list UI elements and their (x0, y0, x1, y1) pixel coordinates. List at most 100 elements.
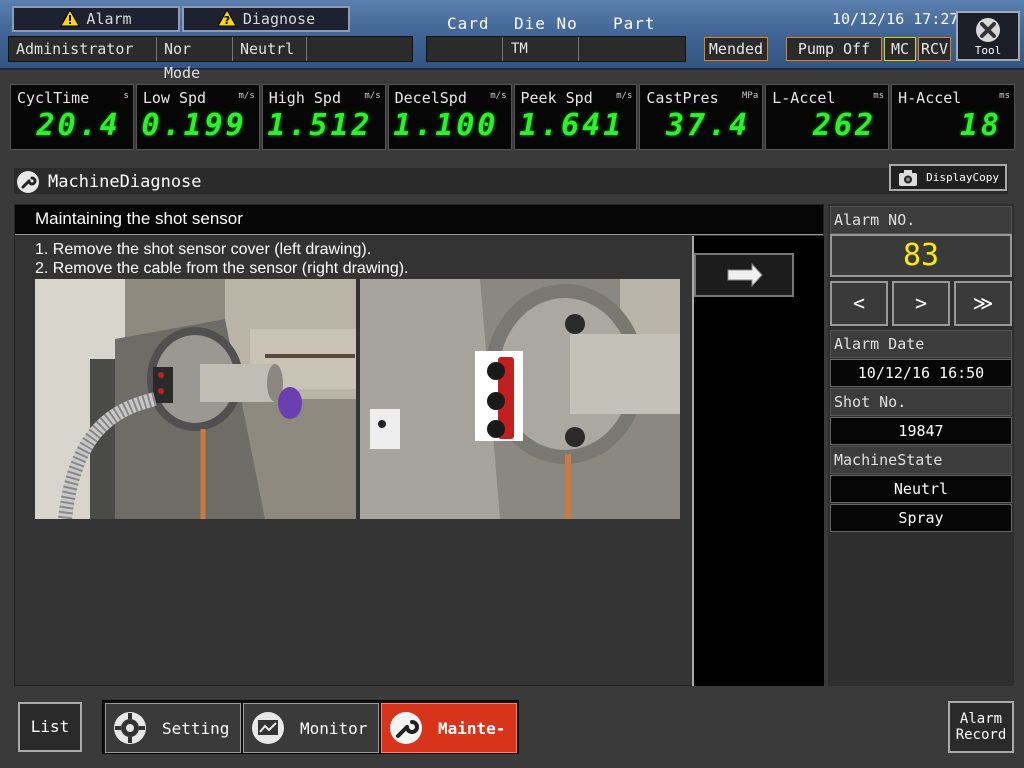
next-page-button[interactable] (694, 253, 794, 297)
operation-mode: Nor Mode (157, 37, 233, 82)
alarm-record-line-1: Alarm (959, 711, 1003, 727)
tool-button[interactable]: Tool (956, 11, 1020, 61)
gauge-label: H-Accel (898, 89, 962, 107)
gauge-decel-spd: DecelSpd m/s 1.100 (387, 84, 512, 150)
gauge-low-spd: Low Spd m/s 0.199 (135, 84, 260, 150)
diagnose-button[interactable]: ? Diagnose (182, 6, 350, 32)
display-copy-label: DisplayCopy (926, 171, 999, 184)
gear-icon (114, 712, 146, 744)
alarm-date-label: Alarm Date (830, 330, 1012, 358)
gauge-label: CastPres (646, 89, 719, 107)
machine-state-label: MachineState (830, 446, 1012, 474)
card-value (427, 37, 503, 61)
instruction-step-1: 1. Remove the shot sensor cover (left dr… (35, 241, 372, 258)
next-alarm-button[interactable]: > (892, 281, 950, 326)
gauge-unit: m/s (490, 91, 507, 101)
pump-off-button[interactable]: Pump Off (786, 37, 882, 61)
gauge-unit: ms (999, 91, 1010, 101)
gauge-value: 18 (959, 108, 1002, 143)
gauge-l-accel: L-Accel ms 262 (765, 84, 890, 150)
gauge-h-accel: H-Accel ms 18 (891, 84, 1015, 150)
gauge-label: CyclTime (17, 89, 90, 107)
user-status-bar: Administrator Nor Mode Neutrl (8, 36, 413, 82)
alarm-number: 83 (830, 234, 1012, 277)
instructions: 1. Remove the shot sensor cover (left dr… (35, 240, 409, 278)
current-datetime: 10/12/16 17:27 (832, 10, 959, 28)
alarm-record-line-2: Record (955, 727, 1007, 743)
gauge-unit: ms (873, 91, 885, 101)
monitor-icon (252, 712, 284, 744)
last-alarm-button[interactable]: ≫ (954, 281, 1012, 326)
gauge-high-spd: High Spd m/s 1.512 (261, 84, 386, 150)
sensor-cover-photo (35, 279, 356, 519)
camera-icon (899, 170, 917, 186)
gauge-value: 20.4 (36, 108, 121, 143)
gauge-unit: s (123, 91, 129, 101)
gauge-label: High Spd (268, 89, 341, 107)
right-arrow-icon (727, 262, 763, 288)
panel-title: Maintaining the shot sensor (15, 205, 823, 235)
die-no-value: TM (503, 37, 579, 61)
warning-icon (60, 9, 81, 27)
display-copy-button[interactable]: DisplayCopy (889, 164, 1007, 191)
part-value (579, 37, 685, 61)
previous-alarm-button[interactable]: < (830, 281, 888, 326)
list-button[interactable]: List (18, 702, 82, 752)
navigation-pane (692, 236, 824, 686)
mended-button[interactable]: Mended (704, 37, 768, 61)
gauge-label: Peek Spd (520, 89, 593, 107)
tab-setting[interactable]: Setting (105, 703, 241, 753)
gauge-value: 37.4 (666, 108, 751, 143)
section-title: MachineDiagnose (16, 170, 202, 194)
gauge-value: 0.199 (141, 108, 247, 143)
shot-no-label: Shot No. (830, 388, 1012, 416)
tab-mainte-label: Mainte- (438, 718, 506, 738)
gauge-row: CyclTime s 20.4 Low Spd m/s 0.199 High S… (10, 84, 1015, 150)
user-name: Administrator (9, 37, 157, 61)
main-tab-group: Setting Monitor Mainte- (102, 700, 519, 754)
tool-label: Tool (974, 44, 1002, 57)
gauge-label: DecelSpd (394, 89, 467, 107)
tab-monitor[interactable]: Monitor (243, 703, 379, 753)
maintenance-wrench-icon (390, 712, 422, 744)
part-label: Part (613, 14, 656, 33)
user-extra (307, 37, 407, 61)
sensor-cable-photo (360, 279, 680, 519)
alarm-record-button[interactable]: Alarm Record (948, 701, 1014, 753)
tab-monitor-label: Monitor (300, 718, 368, 738)
gauge-unit: MPa (741, 91, 759, 101)
gauge-cast-pres: CastPres MPa 37.4 (639, 84, 764, 150)
tool-icon (976, 18, 1000, 42)
gauge-value: 1.512 (267, 108, 373, 143)
diagnose-label: Diagnose (242, 10, 316, 28)
wrench-icon (17, 171, 39, 193)
tab-setting-label: Setting (162, 718, 230, 738)
gauge-label: L-Accel (772, 89, 836, 107)
shot-no-value: 19847 (830, 417, 1012, 445)
machine-mode: Neutrl (233, 37, 307, 61)
die-no-label: Die No (514, 14, 578, 33)
gauge-value: 262 (812, 108, 877, 143)
gauge-peek-spd: Peek Spd m/s 1.641 (513, 84, 638, 150)
gauge-unit: m/s (364, 91, 381, 101)
card-die-part-bar: TM (426, 36, 686, 62)
gauge-value: 1.641 (519, 108, 625, 143)
alarm-no-label: Alarm NO. (830, 206, 1012, 234)
alarm-label: Alarm (86, 10, 132, 28)
mc-button[interactable]: MC (884, 37, 916, 61)
gauge-cycl-time: CyclTime s 20.4 (10, 84, 134, 150)
machine-state-value-2: Spray (830, 504, 1012, 532)
rcv-button[interactable]: RCV (918, 37, 951, 61)
svg-text:?: ? (224, 14, 230, 27)
diagnose-warning-icon: ? (217, 9, 237, 27)
alarm-date-value: 10/12/16 16:50 (830, 359, 1012, 387)
instruction-step-2: 2. Remove the cable from the sensor (rig… (35, 260, 409, 277)
gauge-label: Low Spd (142, 89, 207, 107)
card-label: Card (447, 14, 490, 33)
gauge-value: 1.100 (393, 108, 499, 143)
tab-mainte[interactable]: Mainte- (381, 703, 517, 753)
alarm-button[interactable]: Alarm (12, 6, 180, 32)
gauge-unit: m/s (616, 91, 633, 101)
machine-state-value-1: Neutrl (830, 475, 1012, 503)
section-title-text: MachineDiagnose (48, 172, 202, 192)
